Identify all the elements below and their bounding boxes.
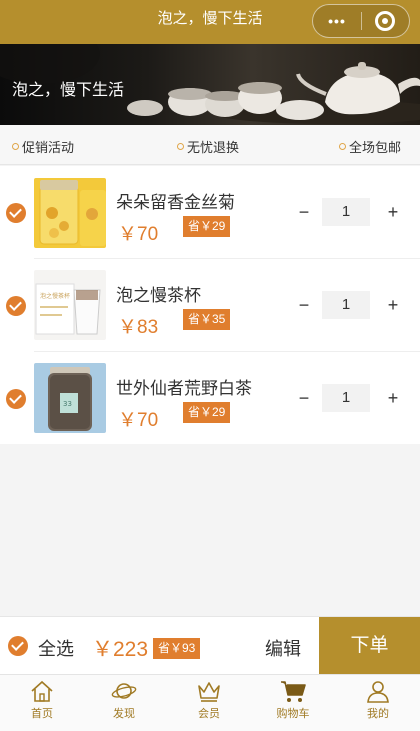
tab-label: 我的: [367, 708, 389, 720]
banner-slogan: 泡之，慢下生活: [12, 82, 125, 99]
circle-dot-icon: [12, 143, 19, 150]
banner-image: 泡之，慢下生活: [0, 44, 420, 125]
decrease-quantity-button[interactable]: −: [296, 295, 312, 316]
svg-text:泡之慢茶杯: 泡之慢茶杯: [40, 292, 70, 300]
total-discount-badge: 省￥93: [153, 638, 201, 659]
quantity-input[interactable]: 1: [322, 198, 370, 226]
cart-item: 朵朵留香金丝菊 ￥70 省￥29 − 1 +: [0, 166, 420, 259]
tab-profile[interactable]: 我的: [336, 679, 420, 721]
product-name[interactable]: 朵朵留香金丝菊: [116, 188, 235, 213]
tab-label: 购物车: [276, 708, 310, 720]
cart-item: 33 世外仙者荒野白茶 ￥70 省￥29 − 1 +: [0, 352, 420, 445]
quantity-input[interactable]: 1: [322, 291, 370, 319]
tab-label: 会员: [198, 708, 220, 720]
user-icon: [367, 681, 389, 703]
product-thumbnail[interactable]: 33: [34, 363, 106, 433]
discount-badge: 省￥29: [183, 216, 231, 237]
product-price: ￥70: [118, 410, 159, 431]
feature-promotion: 促销活动: [12, 137, 74, 156]
home-icon: [31, 680, 53, 702]
discount-badge: 省￥35: [183, 309, 231, 330]
tab-label: 首页: [31, 708, 53, 720]
decrease-quantity-button[interactable]: −: [296, 202, 312, 223]
cart-list: 朵朵留香金丝菊 ￥70 省￥29 − 1 + 泡之慢茶杯 泡之慢茶杯 ￥83 省…: [0, 166, 420, 444]
svg-text:33: 33: [63, 400, 72, 408]
feature-label: 全场包邮: [349, 140, 402, 155]
target-circle-icon: [375, 11, 396, 31]
close-mini-program-button[interactable]: [362, 11, 409, 31]
cart-icon: [281, 681, 306, 702]
product-price: ￥70: [118, 224, 159, 245]
mini-program-capsule: •••: [312, 4, 410, 38]
edit-button[interactable]: 编辑: [265, 635, 301, 661]
tab-cart-active[interactable]: 购物车: [251, 679, 335, 721]
tab-discover[interactable]: 发现: [82, 679, 166, 721]
more-dots-icon[interactable]: •••: [313, 13, 361, 29]
item-checkbox-checked[interactable]: [6, 389, 26, 409]
feature-free-shipping: 全场包邮: [339, 137, 401, 156]
feature-label: 无忧退换: [187, 140, 240, 155]
crown-icon: [198, 682, 220, 702]
product-thumbnail[interactable]: [34, 178, 106, 248]
circle-dot-icon: [339, 143, 346, 150]
service-features-bar: 促销活动 无忧退换 全场包邮: [0, 125, 420, 165]
checkout-bar: 全选 ￥223 省￥93 编辑 下单: [0, 616, 420, 675]
decrease-quantity-button[interactable]: −: [296, 388, 312, 409]
product-name[interactable]: 泡之慢茶杯: [116, 281, 201, 306]
tab-label: 发现: [113, 708, 135, 720]
quantity-input[interactable]: 1: [322, 384, 370, 412]
select-all-label[interactable]: 全选: [38, 635, 74, 661]
place-order-button[interactable]: 下单: [319, 617, 420, 675]
top-nav-bar: 泡之，慢下生活 •••: [0, 0, 420, 44]
item-checkbox-checked[interactable]: [6, 296, 26, 316]
cart-item: 泡之慢茶杯 泡之慢茶杯 ￥83 省￥35 − 1 +: [0, 259, 420, 352]
total-price: ￥223: [92, 638, 149, 661]
increase-quantity-button[interactable]: +: [385, 295, 401, 316]
bottom-tab-bar: 首页 发现 会员 购物车 我的: [0, 674, 420, 731]
tab-home[interactable]: 首页: [0, 679, 84, 721]
product-price: ￥83: [118, 317, 159, 338]
increase-quantity-button[interactable]: +: [385, 388, 401, 409]
product-thumbnail[interactable]: 泡之慢茶杯: [34, 270, 106, 340]
planet-icon: [111, 683, 137, 699]
discount-badge: 省￥29: [183, 402, 231, 423]
item-checkbox-checked[interactable]: [6, 203, 26, 223]
select-all-checkbox-checked[interactable]: [8, 636, 28, 656]
increase-quantity-button[interactable]: +: [385, 202, 401, 223]
product-name[interactable]: 世外仙者荒野白茶: [116, 374, 252, 399]
circle-dot-icon: [177, 143, 184, 150]
feature-label: 促销活动: [22, 140, 75, 155]
feature-free-return: 无忧退换: [177, 137, 239, 156]
tab-membership[interactable]: 会员: [167, 679, 251, 721]
